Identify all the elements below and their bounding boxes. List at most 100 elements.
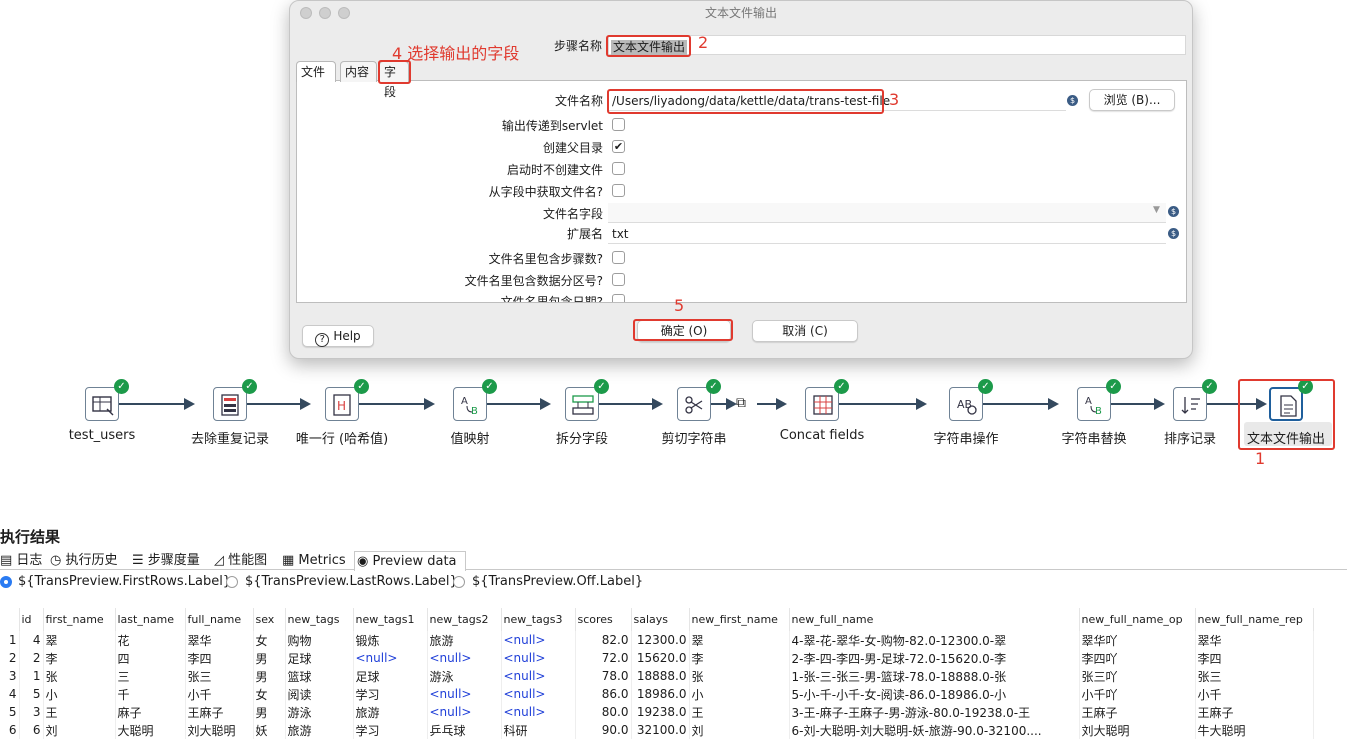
tab-content[interactable]: 内容 [340, 61, 377, 82]
table-cell[interactable]: 刘 [689, 721, 790, 739]
table-cell[interactable]: 3 [0, 667, 20, 685]
hop[interactable] [983, 398, 1059, 410]
tab-step-metrics[interactable]: ☰ 步骤度量 [132, 551, 200, 570]
column-header[interactable]: new_full_name [789, 608, 1080, 631]
table-cell[interactable]: 19238.0 [631, 703, 690, 721]
table-row[interactable]: 6 6 刘大聪明 刘大聪明妖旅游 学习 乒乓球 科研 90.0 32100.0 刘 6-刘-大聪明-… [0, 721, 1314, 739]
column-header[interactable]: new_tags2 [427, 608, 502, 631]
table-cell[interactable]: 82.0 [575, 631, 632, 649]
column-header[interactable]: id [19, 608, 44, 631]
table-cell[interactable]: 78.0 [575, 667, 632, 685]
table-cell[interactable]: 5 [0, 703, 20, 721]
table-cell[interactable]: 游泳 [427, 667, 502, 685]
hop[interactable] [599, 398, 663, 410]
column-header[interactable] [0, 608, 20, 631]
column-header[interactable]: scores [575, 608, 632, 631]
variable-icon[interactable]: $ [1067, 95, 1078, 106]
table-cell[interactable]: 足球 [353, 667, 428, 685]
table-cell[interactable]: 2 [19, 649, 44, 667]
table-cell[interactable]: 男 [253, 703, 286, 721]
table-cell[interactable]: 学习 [353, 721, 428, 739]
from-field-checkbox[interactable] [612, 184, 625, 197]
radio-last-rows[interactable] [226, 576, 238, 588]
table-cell[interactable]: 学习 [353, 685, 428, 703]
hop[interactable] [757, 398, 787, 410]
table-cell[interactable]: 5-小-千-小千-女-阅读-86.0-18986.0-小 [789, 685, 1080, 703]
table-cell[interactable]: 王麻子 [1195, 703, 1314, 721]
table-cell[interactable]: 90.0 [575, 721, 632, 739]
chevron-down-icon[interactable]: ▼ [1153, 205, 1160, 215]
hop[interactable] [359, 398, 435, 410]
table-cell[interactable]: 5 [19, 685, 44, 703]
table-row[interactable]: 4 5 小千小千女阅读 学习 <null> <null> 86.0 18986.0 小 5-小-千… [0, 685, 1314, 703]
table-row[interactable]: 3 1 张三张三男篮球 足球 游泳 <null> 78.0 18888.0 张 1-张-三-张三-… [0, 667, 1314, 685]
table-cell[interactable]: 大聪明 [115, 721, 186, 739]
table-row[interactable]: 5 3 王麻子 王麻子男游泳 旅游 <null> <null> 80.0 19238.0 王 3-王… [0, 703, 1314, 721]
zoom-window-button[interactable] [338, 7, 350, 19]
table-cell[interactable]: 刘 [43, 721, 116, 739]
table-row[interactable]: 1 4 翠花翠华女购物 锻炼 旅游 <null> 82.0 12300.0 翠 4-翠-花-翠华-… [0, 631, 1314, 649]
table-cell[interactable]: 李四 [185, 649, 254, 667]
table-cell[interactable]: 翠 [689, 631, 790, 649]
date-checkbox[interactable] [612, 294, 625, 302]
table-cell[interactable]: 四 [115, 649, 186, 667]
no-create-checkbox[interactable] [612, 162, 625, 175]
table-cell[interactable]: 4 [19, 631, 44, 649]
table-cell[interactable]: 乒乓球 [427, 721, 502, 739]
table-cell[interactable]: 3-王-麻子-王麻子-男-游泳-80.0-19238.0-王 [789, 703, 1080, 721]
table-cell[interactable]: 麻子 [115, 703, 186, 721]
filename-field-select[interactable] [608, 203, 1166, 223]
node-unique-rows[interactable] [213, 387, 247, 421]
table-cell[interactable]: 4 [0, 685, 20, 703]
tab-history[interactable]: ◷ 执行历史 [50, 551, 118, 570]
table-cell[interactable]: 6 [19, 721, 44, 739]
table-cell[interactable]: 小千 [185, 685, 254, 703]
table-cell[interactable]: 游泳 [285, 703, 354, 721]
servlet-checkbox[interactable] [612, 118, 625, 131]
table-cell[interactable]: <null> [427, 685, 502, 703]
table-cell[interactable]: 女 [253, 685, 286, 703]
table-cell[interactable]: 张 [43, 667, 116, 685]
table-cell[interactable]: 张 [689, 667, 790, 685]
table-cell[interactable]: 12300.0 [631, 631, 690, 649]
table-cell[interactable]: 小千吖 [1079, 685, 1196, 703]
table-cell[interactable]: 小千 [1195, 685, 1314, 703]
table-cell[interactable]: 旅游 [285, 721, 354, 739]
table-cell[interactable]: <null> [501, 631, 576, 649]
table-cell[interactable]: 男 [253, 667, 286, 685]
node-test-users[interactable] [85, 387, 119, 421]
table-cell[interactable]: 6-刘-大聪明-刘大聪明-妖-旅游-90.0-32100.... [789, 721, 1080, 739]
radio-first-rows[interactable] [0, 576, 12, 588]
table-cell[interactable]: 王麻子 [1079, 703, 1196, 721]
table-cell[interactable]: <null> [427, 649, 502, 667]
table-cell[interactable]: 千 [115, 685, 186, 703]
table-cell[interactable]: 李四吖 [1079, 649, 1196, 667]
hop[interactable] [839, 398, 927, 410]
table-cell[interactable]: 刘大聪明 [185, 721, 254, 739]
column-header[interactable]: first_name [43, 608, 116, 631]
table-cell[interactable]: 王 [689, 703, 790, 721]
table-cell[interactable]: 旅游 [427, 631, 502, 649]
table-cell[interactable]: 牛大聪明 [1195, 721, 1314, 739]
table-cell[interactable]: 4-翠-花-翠华-女-购物-82.0-12300.0-翠 [789, 631, 1080, 649]
partition-checkbox[interactable] [612, 273, 625, 286]
table-cell[interactable]: 86.0 [575, 685, 632, 703]
table-cell[interactable]: 锻炼 [353, 631, 428, 649]
table-cell[interactable]: 花 [115, 631, 186, 649]
table-cell[interactable]: 小 [689, 685, 790, 703]
table-cell[interactable]: 2-李-四-李四-男-足球-72.0-15620.0-李 [789, 649, 1080, 667]
column-header[interactable]: salays [631, 608, 690, 631]
variable-icon[interactable]: $ [1168, 228, 1179, 239]
node-sort-rows[interactable] [1173, 387, 1207, 421]
tab-metrics[interactable]: ▦ Metrics [282, 551, 346, 570]
table-cell[interactable]: 女 [253, 631, 286, 649]
table-cell[interactable]: 王麻子 [185, 703, 254, 721]
column-header[interactable]: new_full_name_rep [1195, 608, 1314, 631]
node-value-mapper[interactable]: AB [453, 387, 487, 421]
table-cell[interactable]: <null> [501, 667, 576, 685]
table-cell[interactable]: 刘大聪明 [1079, 721, 1196, 739]
stepnr-checkbox[interactable] [612, 251, 625, 264]
table-cell[interactable]: 翠华吖 [1079, 631, 1196, 649]
table-cell[interactable]: 李 [43, 649, 116, 667]
tab-perf-graph[interactable]: ◿ 性能图 [214, 551, 267, 570]
